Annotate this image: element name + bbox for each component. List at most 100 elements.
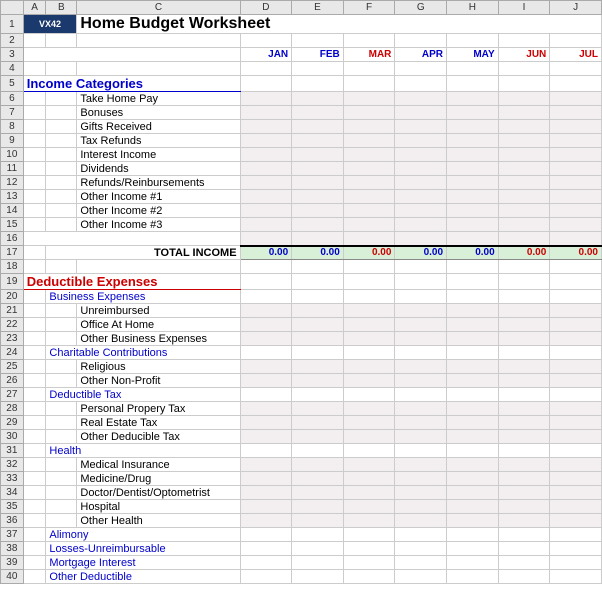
cell[interactable] [447,360,499,374]
row-header[interactable]: 39 [1,556,24,570]
cell[interactable] [46,162,77,176]
cell[interactable] [447,204,499,218]
spreadsheet[interactable]: ABCDEFGHIJ1VX42Home Budget Worksheet23JA… [0,0,602,584]
row-header[interactable]: 11 [1,162,24,176]
cell[interactable] [292,218,344,232]
cell[interactable] [343,190,395,204]
cell[interactable] [447,120,499,134]
cell[interactable] [395,260,447,274]
row-header[interactable]: 37 [1,528,24,542]
cell[interactable] [395,514,447,528]
row-header[interactable]: 8 [1,120,24,134]
row-header[interactable]: 6 [1,92,24,106]
cell[interactable] [46,472,77,486]
cell[interactable] [343,62,395,76]
cell[interactable] [343,416,395,430]
row-header[interactable]: 2 [1,34,24,48]
cell[interactable] [343,134,395,148]
cell[interactable] [240,92,292,106]
cell[interactable] [395,444,447,458]
cell[interactable] [447,430,499,444]
cell[interactable] [395,162,447,176]
cell[interactable] [550,360,602,374]
cell[interactable] [292,148,344,162]
cell[interactable] [498,458,550,472]
cell[interactable] [447,92,499,106]
cell[interactable] [77,62,240,76]
cell[interactable] [550,120,602,134]
row-header[interactable]: 38 [1,542,24,556]
cell[interactable] [395,290,447,304]
cell[interactable] [395,528,447,542]
col-header[interactable]: G [395,1,447,15]
cell[interactable] [498,388,550,402]
cell[interactable] [343,318,395,332]
cell[interactable] [292,472,344,486]
cell[interactable] [395,76,447,92]
cell[interactable] [23,232,240,246]
cell[interactable] [550,556,602,570]
cell[interactable] [23,542,46,556]
cell[interactable] [23,120,46,134]
cell[interactable] [23,514,46,528]
cell[interactable] [395,402,447,416]
cell[interactable] [550,148,602,162]
corner-cell[interactable] [1,1,24,15]
cell[interactable] [23,148,46,162]
cell[interactable] [23,444,46,458]
cell[interactable] [46,260,77,274]
cell[interactable] [395,570,447,584]
cell[interactable] [447,318,499,332]
cell[interactable] [23,570,46,584]
cell[interactable] [343,304,395,318]
cell[interactable] [498,34,550,48]
cell[interactable] [447,444,499,458]
cell[interactable] [343,332,395,346]
cell[interactable] [395,304,447,318]
cell[interactable] [23,48,240,62]
cell[interactable] [46,360,77,374]
cell[interactable] [447,458,499,472]
cell[interactable] [550,34,602,48]
cell[interactable] [292,570,344,584]
cell[interactable] [447,374,499,388]
cell[interactable] [550,332,602,346]
cell[interactable] [292,416,344,430]
col-header[interactable]: B [46,1,77,15]
cell[interactable] [395,218,447,232]
col-header[interactable]: E [292,1,344,15]
cell[interactable] [240,472,292,486]
cell[interactable] [343,346,395,360]
cell[interactable] [498,472,550,486]
cell[interactable] [498,374,550,388]
cell[interactable] [23,374,46,388]
cell[interactable] [240,444,292,458]
cell[interactable] [447,388,499,402]
cell[interactable] [240,570,292,584]
cell[interactable] [550,232,602,246]
cell[interactable] [23,290,46,304]
cell[interactable] [550,162,602,176]
cell[interactable] [395,416,447,430]
cell[interactable] [46,218,77,232]
col-header[interactable]: D [240,1,292,15]
cell[interactable] [292,290,344,304]
cell[interactable] [550,444,602,458]
cell[interactable] [498,106,550,120]
cell[interactable] [343,374,395,388]
cell[interactable] [550,134,602,148]
cell[interactable] [292,346,344,360]
cell[interactable] [447,500,499,514]
cell[interactable] [498,190,550,204]
cell[interactable] [447,34,499,48]
cell[interactable] [240,430,292,444]
cell[interactable] [46,190,77,204]
cell[interactable] [550,204,602,218]
cell[interactable] [292,402,344,416]
cell[interactable] [447,570,499,584]
row-header[interactable]: 13 [1,190,24,204]
cell[interactable] [240,486,292,500]
cell[interactable] [240,290,292,304]
cell[interactable] [23,458,46,472]
row-header[interactable]: 18 [1,260,24,274]
